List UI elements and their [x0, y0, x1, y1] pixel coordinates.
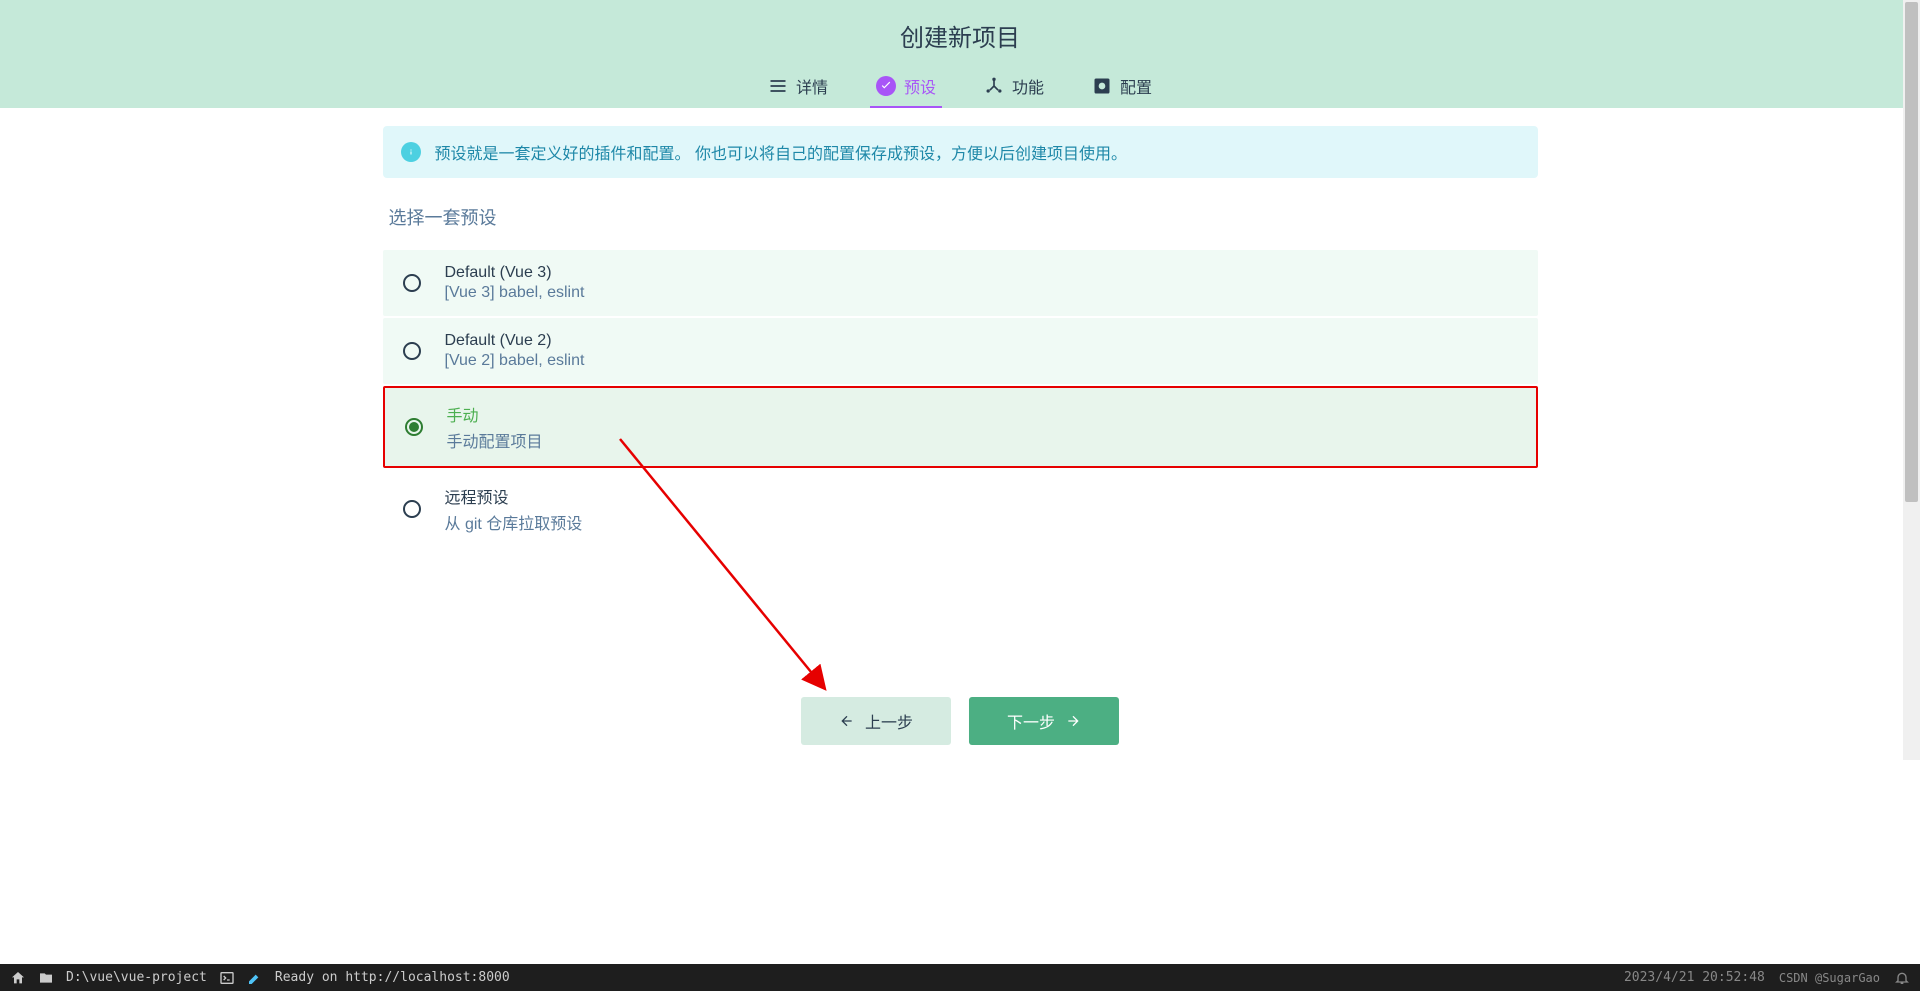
- list-icon: [768, 76, 788, 96]
- tab-config[interactable]: 配置: [1092, 74, 1152, 108]
- tab-label: 配置: [1120, 74, 1152, 98]
- info-icon: [401, 142, 421, 162]
- preset-item-vue3[interactable]: Default (Vue 3) [Vue 3] babel, eslint: [383, 250, 1538, 316]
- bell-icon[interactable]: [1894, 970, 1910, 986]
- tab-features[interactable]: 功能: [984, 74, 1044, 108]
- preset-item-vue2[interactable]: Default (Vue 2) [Vue 2] babel, eslint: [383, 318, 1538, 384]
- hub-icon: [984, 76, 1004, 96]
- settings-icon: [1092, 76, 1112, 96]
- preset-desc: [Vue 3] babel, eslint: [445, 284, 585, 302]
- preset-desc: [Vue 2] babel, eslint: [445, 352, 585, 370]
- preset-text: 远程预设 从 git 仓库拉取预设: [445, 484, 583, 534]
- folder-icon[interactable]: [38, 970, 54, 986]
- radio-icon: [405, 418, 423, 436]
- radio-icon: [403, 342, 421, 360]
- status-path[interactable]: D:\vue\vue-project: [66, 970, 207, 985]
- preset-text: Default (Vue 3) [Vue 3] babel, eslint: [445, 264, 585, 302]
- preset-desc: 手动配置项目: [447, 428, 543, 452]
- preset-title: Default (Vue 2): [445, 332, 585, 350]
- scrollbar-thumb[interactable]: [1905, 2, 1918, 502]
- tab-details[interactable]: 详情: [768, 74, 828, 108]
- tab-label: 预设: [904, 74, 936, 98]
- watermark: CSDN @SugarGao: [1779, 971, 1880, 985]
- header: 创建新项目 详情 预设 功能 配置: [0, 0, 1920, 108]
- footer-buttons: 上一步 下一步: [801, 697, 1119, 745]
- arrow-left-icon: [839, 713, 855, 729]
- preset-item-remote[interactable]: 远程预设 从 git 仓库拉取预设: [383, 470, 1538, 548]
- section-title: 选择一套预设: [383, 204, 1538, 230]
- arrow-right-icon: [1065, 713, 1081, 729]
- preset-title: Default (Vue 3): [445, 264, 585, 282]
- statusbar: D:\vue\vue-project Ready on http://local…: [0, 964, 1920, 991]
- radio-icon: [403, 274, 421, 292]
- terminal-icon[interactable]: [219, 970, 235, 986]
- radio-icon: [403, 500, 421, 518]
- status-ready: Ready on http://localhost:8000: [275, 970, 510, 985]
- preset-text: 手动 手动配置项目: [447, 402, 543, 452]
- home-icon[interactable]: [10, 970, 26, 986]
- tab-label: 功能: [1012, 74, 1044, 98]
- next-button[interactable]: 下一步: [969, 697, 1119, 745]
- prev-button[interactable]: 上一步: [801, 697, 951, 745]
- preset-text: Default (Vue 2) [Vue 2] babel, eslint: [445, 332, 585, 370]
- info-text: 预设就是一套定义好的插件和配置。 你也可以将自己的配置保存成预设，方便以后创建项…: [435, 140, 1127, 164]
- tab-label: 详情: [796, 74, 828, 98]
- preset-item-manual[interactable]: 手动 手动配置项目: [383, 386, 1538, 468]
- edit-icon[interactable]: [247, 970, 263, 986]
- status-datetime: 2023/4/21 20:52:48: [1624, 970, 1765, 985]
- preset-list: Default (Vue 3) [Vue 3] babel, eslint De…: [383, 250, 1538, 550]
- preset-title: 远程预设: [445, 484, 583, 508]
- page-title: 创建新项目: [900, 0, 1020, 73]
- info-banner: 预设就是一套定义好的插件和配置。 你也可以将自己的配置保存成预设，方便以后创建项…: [383, 126, 1538, 178]
- preset-desc: 从 git 仓库拉取预设: [445, 510, 583, 534]
- button-label: 下一步: [1007, 709, 1055, 733]
- tabs: 详情 预设 功能 配置: [768, 73, 1152, 108]
- button-label: 上一步: [865, 709, 913, 733]
- scrollbar[interactable]: [1903, 0, 1920, 760]
- tab-preset[interactable]: 预设: [876, 74, 936, 108]
- preset-title: 手动: [447, 402, 543, 426]
- check-circle-icon: [876, 76, 896, 96]
- content-area: 预设就是一套定义好的插件和配置。 你也可以将自己的配置保存成预设，方便以后创建项…: [383, 108, 1538, 550]
